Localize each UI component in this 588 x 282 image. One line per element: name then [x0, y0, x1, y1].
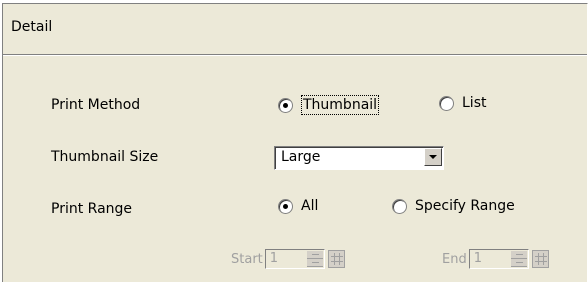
panel-header: Detail [3, 4, 587, 55]
start-value: 1 [269, 251, 279, 266]
radio-thumbnail-label: Thumbnail [301, 95, 380, 115]
end-input[interactable]: 1 [468, 249, 529, 269]
grid-icon[interactable] [531, 250, 549, 268]
start-label: Start [231, 251, 263, 267]
panel-title: Detail [11, 19, 53, 35]
radio-checked-icon [278, 97, 293, 113]
spin-arrows-icon[interactable] [510, 251, 527, 267]
radio-all[interactable]: All [278, 198, 318, 214]
radio-thumbnail[interactable]: Thumbnail [278, 95, 380, 115]
radio-checked-icon [278, 198, 293, 214]
start-input[interactable]: 1 [264, 249, 325, 269]
thumbnail-size-value: Large [281, 149, 321, 165]
print-method-label: Print Method [51, 97, 141, 113]
detail-panel: Detail Print Method Thumbnail List Thumb… [2, 3, 588, 282]
thumbnail-size-label: Thumbnail Size [51, 149, 159, 165]
radio-unchecked-icon [439, 95, 454, 111]
start-control: Start 1 [231, 249, 345, 269]
end-label: End [442, 251, 467, 267]
spin-arrows-icon[interactable] [306, 251, 323, 267]
radio-specify-range[interactable]: Specify Range [392, 198, 515, 214]
grid-icon[interactable] [327, 250, 345, 268]
radio-list-label: List [462, 95, 487, 111]
thumbnail-size-select[interactable]: Large [274, 146, 444, 170]
print-range-label: Print Range [51, 201, 133, 217]
chevron-down-icon[interactable] [424, 148, 442, 166]
radio-specify-range-label: Specify Range [415, 198, 515, 214]
end-control: End 1 [442, 249, 549, 269]
radio-list[interactable]: List [439, 95, 486, 111]
end-value: 1 [473, 251, 482, 266]
radio-unchecked-icon [392, 198, 407, 214]
radio-all-label: All [301, 198, 319, 214]
